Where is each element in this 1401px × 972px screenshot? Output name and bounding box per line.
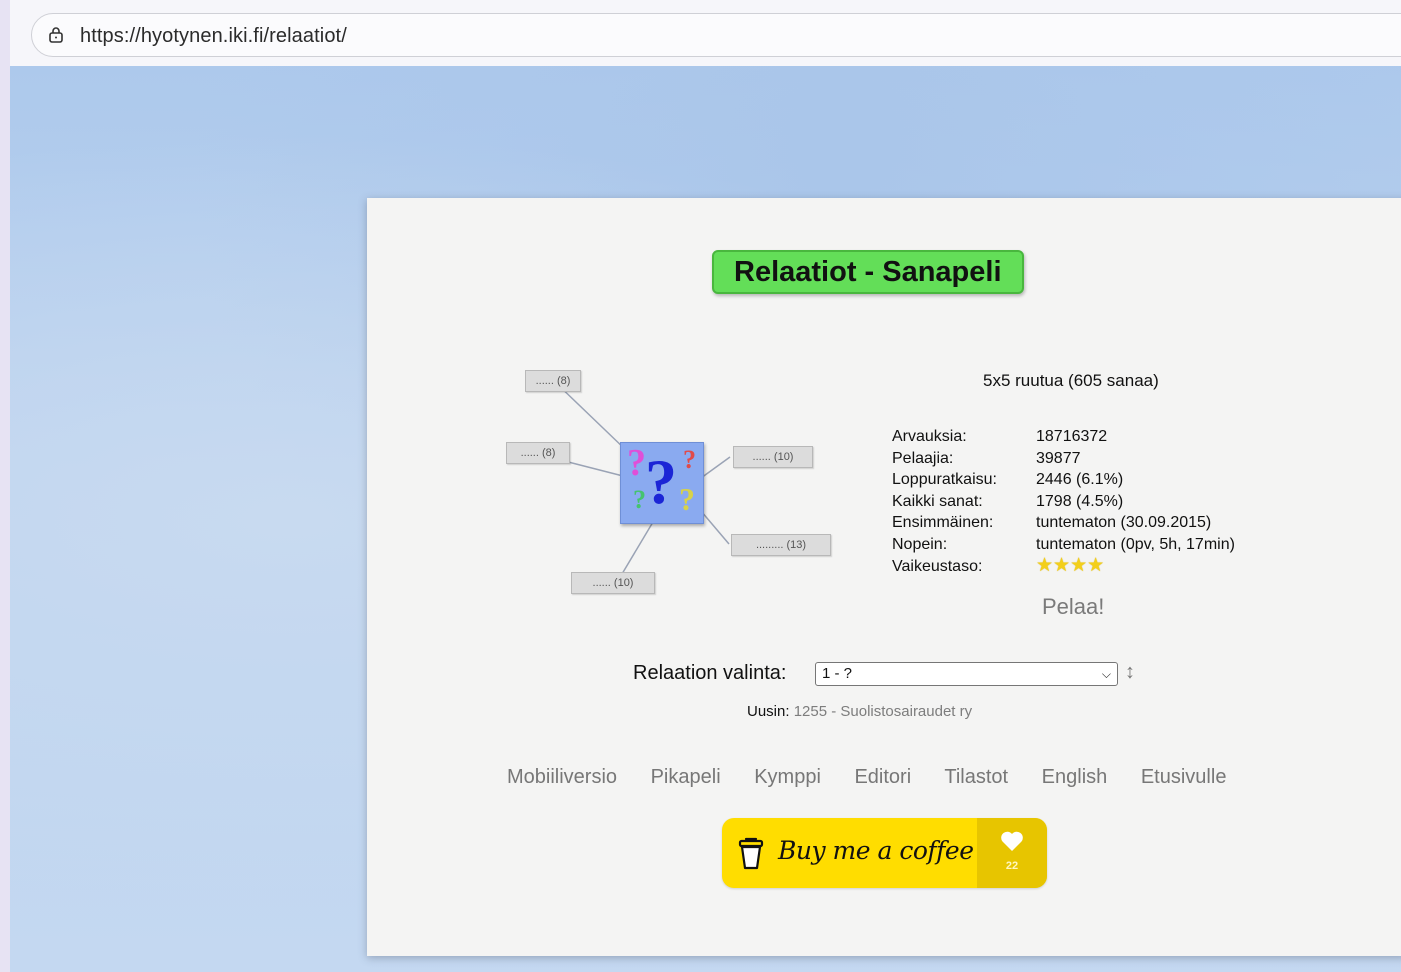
stat-row: Vaikeustaso: ★★★★	[892, 555, 1235, 577]
sort-updown-icon[interactable]: ↕	[1125, 661, 1135, 684]
diagram-node-bottom-right[interactable]: ......... (13)	[731, 534, 831, 556]
stat-label: Pelaajia:	[892, 449, 954, 467]
question-marks-icon: ? ? ? ? ?	[620, 442, 704, 524]
stat-label: Ensimmäinen:	[892, 514, 994, 531]
stats-table: Arvauksia: 18716372 Pelaajia: 39877 Loppur…	[892, 426, 1235, 577]
newest-link[interactable]: 1255 - Suolistosairaudet ry	[794, 703, 972, 720]
stat-value: 18716372	[1036, 428, 1108, 445]
page-title: Relaatiot - Sanapeli	[712, 250, 1024, 294]
address-bar[interactable]: https://hyotynen.iki.fi/relaatiot/	[31, 13, 1401, 57]
nav-link-kymppi[interactable]: Kymppi	[754, 766, 821, 788]
url-text: https://hyotynen.iki.fi/relaatiot/	[80, 25, 347, 47]
nav-link-editor[interactable]: Editori	[854, 766, 911, 788]
coffee-cup-icon	[738, 837, 764, 870]
nav-link-home[interactable]: Etusivulle	[1141, 766, 1227, 788]
nav-link-mobile[interactable]: Mobiiliversio	[507, 766, 617, 788]
stat-label: Nopein:	[892, 535, 948, 553]
stat-row: Ensimmäinen: tuntematon (30.09.2015)	[892, 512, 1235, 534]
diagram-node-top-left[interactable]: ...... (8)	[525, 370, 581, 392]
footer-nav: Mobiiliversio Pikapeli Kymppi Editori Ti…	[507, 766, 1254, 789]
nav-link-quickgame[interactable]: Pikapeli	[651, 766, 721, 788]
newest-label: Uusin:	[747, 703, 790, 720]
board-size: 5x5 ruutua (605 sanaa)	[983, 371, 1159, 390]
play-link[interactable]: Pelaa!	[1042, 594, 1104, 620]
relation-diagram[interactable]: ...... (8) ...... (8) ...... (10) ......…	[503, 366, 833, 606]
content-panel: Relaatiot - Sanapeli ...... (8) ...... (…	[367, 198, 1401, 956]
browser-toolbar: https://hyotynen.iki.fi/relaatiot/	[10, 0, 1401, 66]
difficulty-stars-icon: ★★★★	[1036, 555, 1105, 576]
stat-value: 2446 (6.1%)	[1036, 471, 1124, 488]
chevron-down-icon: ⌵	[1101, 667, 1111, 681]
diagram-node-left[interactable]: ...... (8)	[506, 442, 570, 464]
newest-relation: Uusin: 1255 - Suolistosairaudet ry	[747, 703, 972, 720]
coffee-label: Buy me a coffee	[778, 836, 974, 865]
stat-value: 39877	[1036, 449, 1081, 467]
stat-row: Loppuratkaisu: 2446 (6.1%)	[892, 469, 1235, 491]
nav-link-stats[interactable]: Tilastot	[944, 766, 1008, 788]
stat-row: Pelaajia: 39877	[892, 448, 1235, 470]
stat-label: Arvauksia:	[892, 428, 967, 445]
stat-label: Loppuratkaisu:	[892, 471, 997, 488]
buy-me-a-coffee-button[interactable]: Buy me a coffee 22	[722, 818, 1047, 888]
nav-link-english[interactable]: English	[1042, 766, 1108, 788]
lock-icon	[49, 27, 63, 43]
stat-value: tuntematon (0pv, 5h, 17min)	[1036, 535, 1235, 553]
coffee-count-area: 22	[977, 818, 1047, 888]
stat-value: tuntematon (30.09.2015)	[1036, 514, 1212, 531]
stat-value: 1798 (4.5%)	[1036, 492, 1124, 510]
stat-label: Vaikeustaso:	[892, 558, 983, 575]
diagram-node-bottom[interactable]: ...... (10)	[571, 572, 655, 594]
stat-row: Nopein: tuntematon (0pv, 5h, 17min)	[892, 534, 1235, 556]
relation-select-value: 1 - ?	[822, 665, 853, 682]
relation-select[interactable]: 1 - ? ⌵	[815, 662, 1118, 686]
coffee-count: 22	[1005, 860, 1019, 872]
heart-icon	[1001, 831, 1023, 851]
stat-label: Kaikki sanat:	[892, 492, 983, 510]
page-viewport: Relaatiot - Sanapeli ...... (8) ...... (…	[10, 66, 1401, 972]
stat-row: Kaikki sanat: 1798 (4.5%)	[892, 491, 1235, 513]
diagram-node-right[interactable]: ...... (10)	[733, 446, 813, 468]
relation-select-label: Relaation valinta:	[633, 662, 787, 684]
stat-row: Arvauksia: 18716372	[892, 426, 1235, 448]
